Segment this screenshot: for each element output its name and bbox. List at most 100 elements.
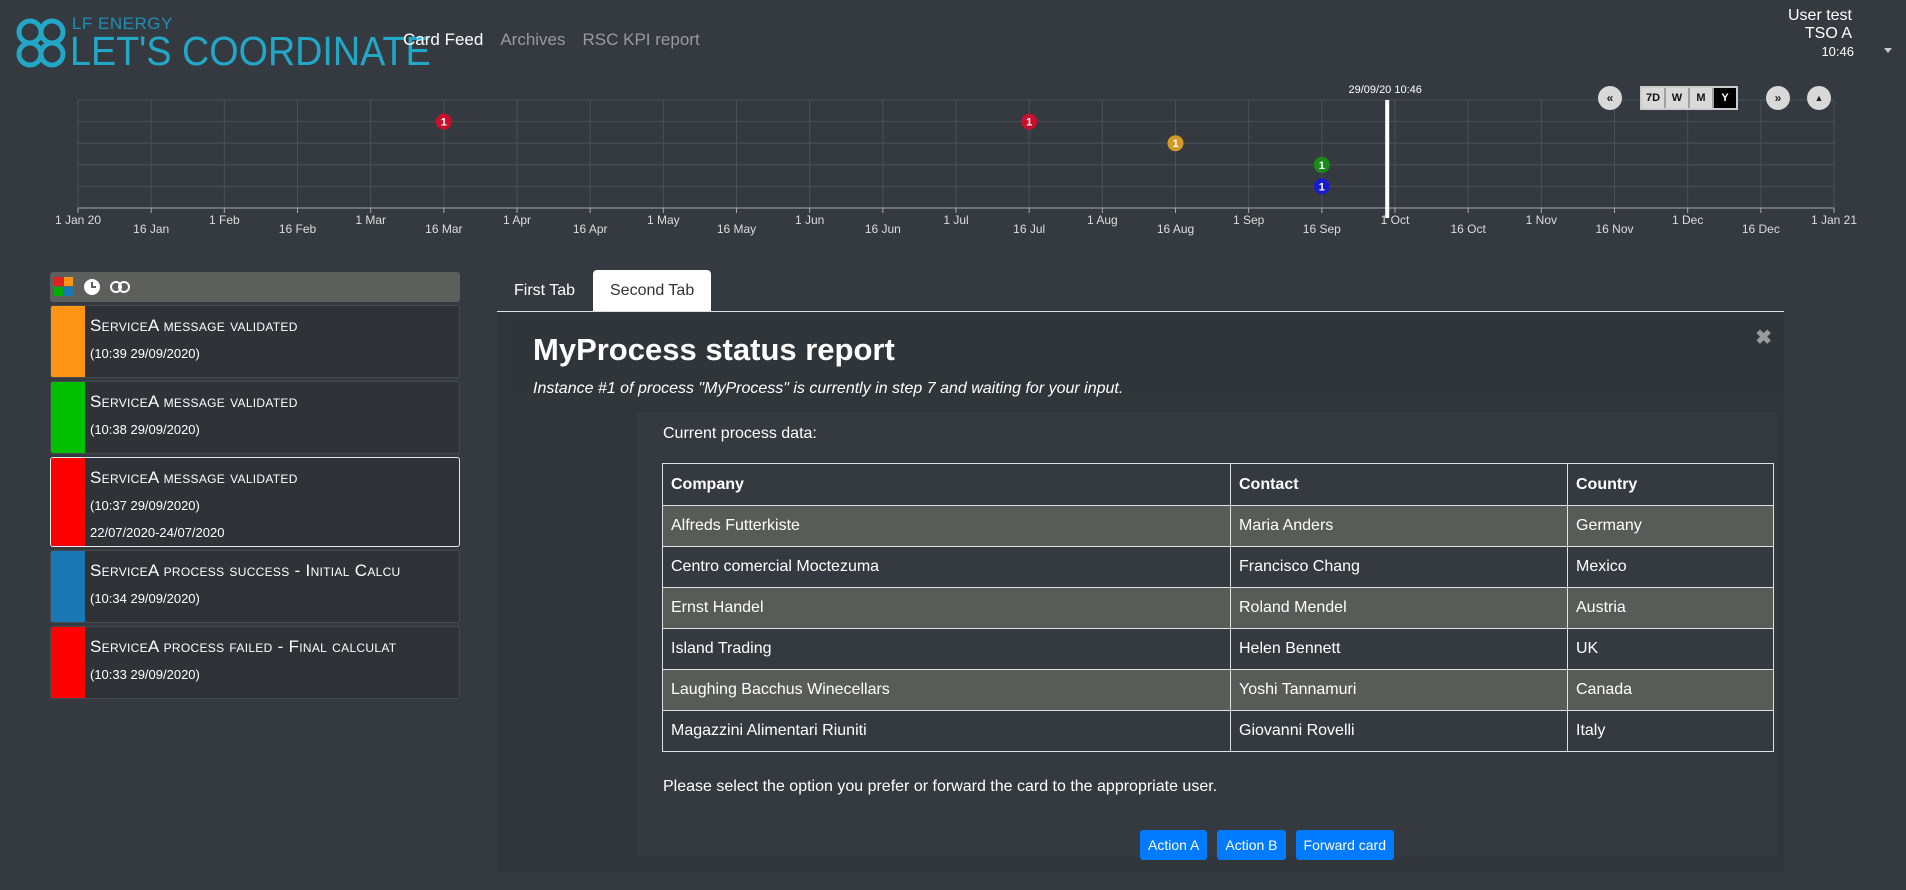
nav-card-feed[interactable]: Card Feed bbox=[403, 30, 483, 50]
user-menu-caret-icon[interactable] bbox=[1884, 48, 1892, 53]
ack-filter-icon[interactable] bbox=[110, 280, 130, 294]
range-w-button[interactable]: W bbox=[1664, 88, 1688, 108]
table-row: Ernst Handel Roland Mendel Austria bbox=[662, 587, 1774, 629]
card-date: (10:38 29/09/2020) bbox=[90, 422, 200, 437]
clock: 10:46 bbox=[1821, 44, 1854, 59]
table-cell: Centro comercial Moctezuma bbox=[662, 546, 1231, 588]
timeline-card-count: 1 bbox=[441, 117, 447, 129]
table-cell: Maria Anders bbox=[1230, 505, 1568, 547]
nav-rsc-kpi-report[interactable]: RSC KPI report bbox=[583, 30, 700, 50]
card-title: ServiceA process failed - Final calculat bbox=[90, 637, 397, 656]
card-title: ServiceA message validated bbox=[90, 392, 298, 411]
timeline-forward-button[interactable]: » bbox=[1766, 86, 1790, 110]
process-data-label: Current process data: bbox=[663, 425, 817, 442]
table-cell: UK bbox=[1567, 628, 1774, 670]
table-row: Island Trading Helen Bennett UK bbox=[662, 628, 1774, 670]
detail-subtitle: Instance #1 of process "MyProcess" is cu… bbox=[533, 380, 1124, 397]
timeline-card-count: 1 bbox=[1026, 117, 1032, 129]
main-nav: Card Feed Archives RSC KPI report bbox=[403, 30, 700, 50]
card-date: (10:34 29/09/2020) bbox=[90, 591, 200, 606]
timeline-card-count: 1 bbox=[1319, 181, 1325, 193]
table-cell: Island Trading bbox=[662, 628, 1231, 670]
timeline-tick-label: 1 Sep bbox=[1233, 213, 1265, 227]
table-cell: Yoshi Tannamuri bbox=[1230, 669, 1568, 711]
timeline-tick-label: 1 May bbox=[647, 213, 680, 227]
timeline-tick-label: 1 Nov bbox=[1526, 213, 1557, 227]
action-buttons: Action A Action B Forward card bbox=[1140, 830, 1394, 860]
timeline-tick-label: 16 Jun bbox=[865, 222, 901, 236]
card-feed: ServiceA message validated (10:39 29/09/… bbox=[50, 272, 460, 699]
timeline-back-button[interactable]: « bbox=[1598, 86, 1622, 110]
timeline-range-selector: 7D W M Y bbox=[1640, 86, 1738, 110]
time-filter-icon[interactable] bbox=[84, 279, 100, 295]
table-header-row: Company Contact Country bbox=[662, 463, 1774, 506]
timeline-tick-label: 16 Nov bbox=[1595, 222, 1633, 236]
table-cell: Italy bbox=[1567, 710, 1774, 752]
column-header: Company bbox=[662, 463, 1231, 506]
card-date-range: 22/07/2020-24/07/2020 bbox=[90, 525, 225, 540]
card-severity-bar bbox=[51, 382, 85, 453]
card-severity-bar bbox=[51, 627, 85, 698]
timeline-now-label: 29/09/20 10:46 bbox=[1348, 84, 1421, 96]
timeline-tick-label: 1 Dec bbox=[1672, 213, 1703, 227]
card-date: (10:33 29/09/2020) bbox=[90, 667, 200, 682]
close-icon[interactable]: ✖ bbox=[1755, 325, 1772, 350]
table-cell: Canada bbox=[1567, 669, 1774, 711]
table-row: Centro comercial Moctezuma Francisco Cha… bbox=[662, 546, 1774, 588]
card-item[interactable]: ServiceA process success - Initial Calcu… bbox=[50, 550, 460, 623]
timeline-tick-label: 16 May bbox=[717, 222, 756, 236]
card-severity-bar bbox=[51, 458, 85, 546]
tab-second[interactable]: Second Tab bbox=[593, 270, 712, 311]
detail-title: MyProcess status report bbox=[533, 332, 895, 367]
table-cell: Mexico bbox=[1567, 546, 1774, 588]
table-cell: Germany bbox=[1567, 505, 1774, 547]
timeline-card-count: 1 bbox=[1319, 160, 1325, 172]
timeline-tick-label: 1 Aug bbox=[1087, 213, 1118, 227]
detail-tabs: First Tab Second Tab bbox=[497, 270, 1784, 312]
detail-header: MyProcess status report Instance #1 of p… bbox=[511, 320, 1784, 397]
nav-archives[interactable]: Archives bbox=[500, 30, 565, 50]
timeline-tick-label: 16 Aug bbox=[1157, 222, 1194, 236]
logo-title: LET'S COORDINATE bbox=[70, 28, 431, 74]
card-item-selected[interactable]: ServiceA message validated (10:37 29/09/… bbox=[50, 457, 460, 547]
range-y-button[interactable]: Y bbox=[1712, 88, 1736, 108]
timeline-tick-label: 16 Oct bbox=[1450, 222, 1486, 236]
card-title: ServiceA message validated bbox=[90, 468, 298, 487]
timeline-tick-label: 1 Jul bbox=[943, 213, 968, 227]
type-filter-icon[interactable] bbox=[54, 277, 74, 297]
forward-card-button[interactable]: Forward card bbox=[1295, 830, 1394, 860]
card-title: ServiceA process success - Initial Calcu bbox=[90, 561, 401, 580]
card-title: ServiceA message validated bbox=[90, 316, 298, 335]
card-date: (10:39 29/09/2020) bbox=[90, 346, 200, 361]
timeline-collapse-button[interactable]: ▲ bbox=[1807, 86, 1831, 110]
table-cell: Roland Mendel bbox=[1230, 587, 1568, 629]
feed-filter-bar bbox=[50, 272, 460, 302]
table-cell: Ernst Handel bbox=[662, 587, 1231, 629]
process-data-table: Company Contact Country Alfreds Futterki… bbox=[662, 463, 1774, 752]
logo-rings-icon bbox=[16, 18, 66, 68]
action-a-button[interactable]: Action A bbox=[1140, 830, 1208, 860]
tab-first[interactable]: First Tab bbox=[497, 270, 592, 311]
app-logo: LF ENERGY LET'S COORDINATE bbox=[14, 14, 431, 74]
timeline-now-marker bbox=[1385, 100, 1390, 218]
timeline-tick-label: 16 Sep bbox=[1303, 222, 1341, 236]
user-menu[interactable]: User test TSO A 10:46 bbox=[1788, 7, 1854, 61]
card-item[interactable]: ServiceA process failed - Final calculat… bbox=[50, 626, 460, 699]
range-7d-button[interactable]: 7D bbox=[1642, 88, 1664, 108]
timeline-tick-label: 16 Jul bbox=[1013, 222, 1045, 236]
table-cell: Alfreds Futterkiste bbox=[662, 505, 1231, 547]
card-date: (10:37 29/09/2020) bbox=[90, 498, 200, 513]
table-cell: Austria bbox=[1567, 587, 1774, 629]
card-item[interactable]: ServiceA message validated (10:38 29/09/… bbox=[50, 381, 460, 454]
card-item[interactable]: ServiceA message validated (10:39 29/09/… bbox=[50, 305, 460, 378]
timeline-tick-label: 1 Feb bbox=[209, 213, 240, 227]
timeline-tick-label: 16 Apr bbox=[573, 222, 608, 236]
table-cell: Helen Bennett bbox=[1230, 628, 1568, 670]
action-b-button[interactable]: Action B bbox=[1217, 830, 1286, 860]
table-cell: Francisco Chang bbox=[1230, 546, 1568, 588]
column-header: Contact bbox=[1230, 463, 1568, 506]
range-m-button[interactable]: M bbox=[1688, 88, 1712, 108]
timeline-tick-label: 1 Jan 21 bbox=[1811, 213, 1857, 227]
table-cell: Giovanni Rovelli bbox=[1230, 710, 1568, 752]
timeline-tick-label: 16 Jan bbox=[133, 222, 169, 236]
